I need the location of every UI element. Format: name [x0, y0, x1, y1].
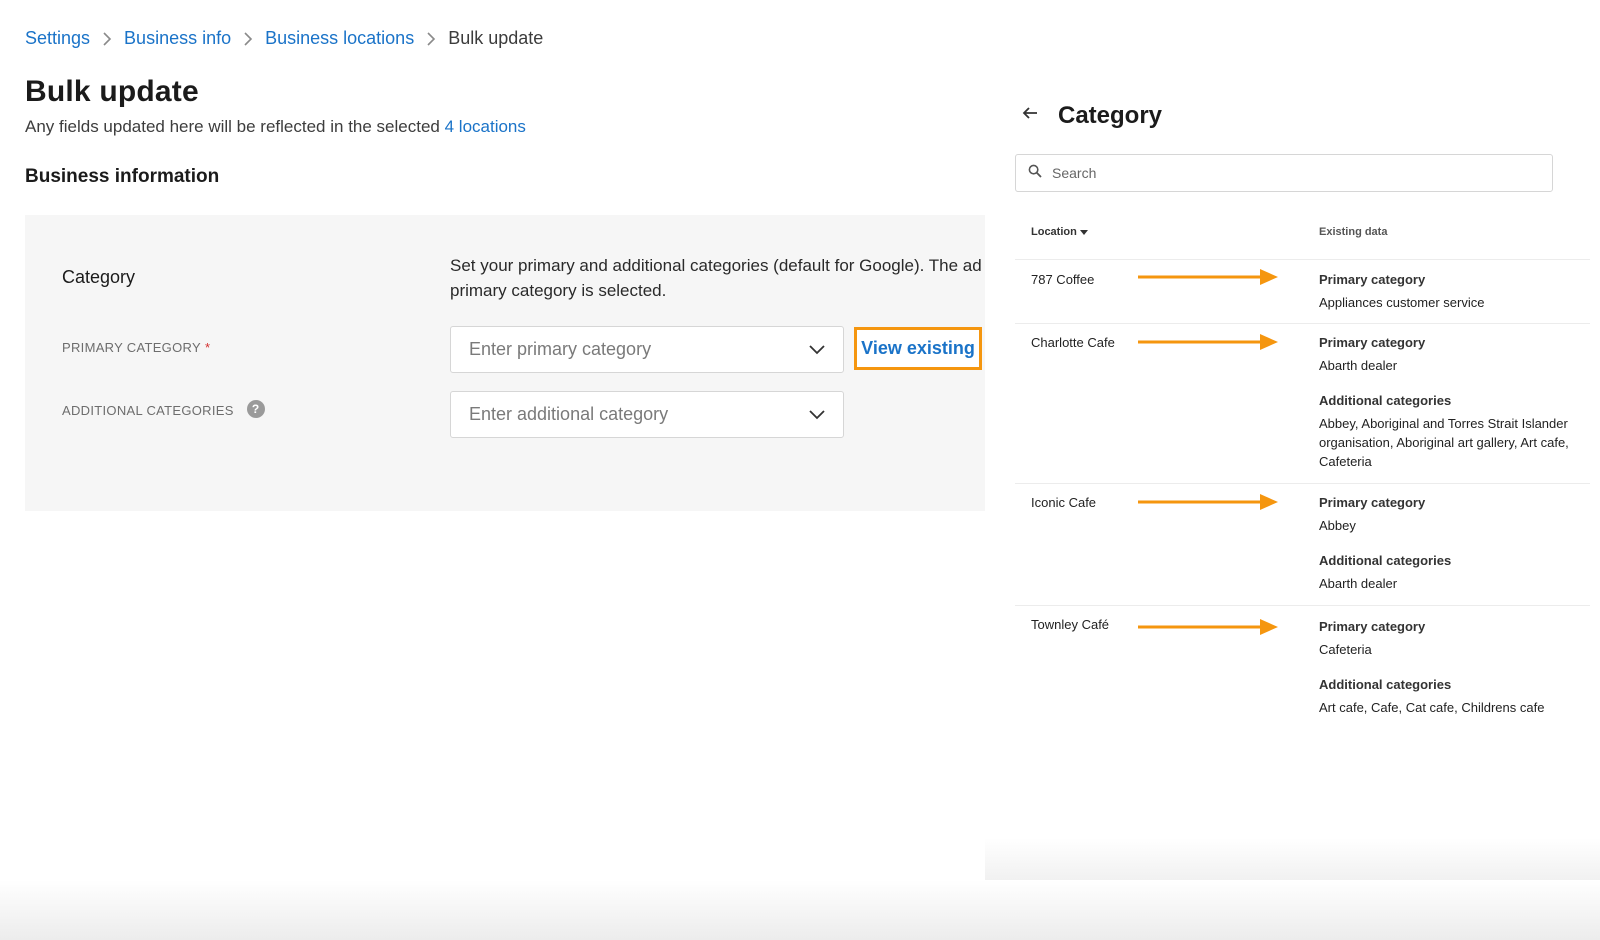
row-location-name: Iconic Cafe	[1031, 495, 1097, 510]
search-input[interactable]	[1052, 165, 1532, 181]
breadcrumb-settings-link[interactable]: Settings	[25, 28, 90, 49]
orange-arrow-right-icon	[1138, 333, 1278, 356]
required-mark: *	[204, 340, 211, 355]
chevron-right-icon	[102, 31, 112, 46]
breadcrumb-business-locations-link[interactable]: Business locations	[265, 28, 414, 49]
page-subtitle: Any fields updated here will be reflecte…	[25, 117, 526, 137]
category-description-line-2: primary category is selected.	[450, 281, 667, 300]
primary-category-title: Primary category	[1319, 335, 1426, 350]
column-header-location[interactable]: Location	[1031, 226, 1088, 238]
category-card: Category Set your primary and additional…	[25, 215, 985, 511]
additional-category-select[interactable]: Enter additional category	[450, 391, 844, 438]
orange-arrow-right-icon	[1138, 618, 1278, 641]
category-description: Set your primary and additional categori…	[450, 253, 1010, 303]
table-row: 787 Coffee Primary category Appliances c…	[1015, 259, 1590, 323]
panel-title: Category	[1058, 102, 1163, 129]
additional-category-placeholder: Enter additional category	[469, 404, 669, 424]
search-box	[1015, 154, 1553, 192]
column-header-location-label: Location	[1031, 226, 1077, 238]
primary-category-title: Primary category	[1319, 495, 1426, 510]
additional-categories-title: Additional categories	[1319, 553, 1452, 568]
search-icon	[1028, 164, 1042, 183]
orange-arrow-right-icon	[1138, 493, 1278, 516]
panel-bottom-edge	[985, 838, 1600, 880]
orange-arrow-right-icon	[1138, 268, 1278, 291]
additional-categories-value: Abarth dealer	[1319, 576, 1398, 591]
primary-category-select[interactable]: Enter primary category	[450, 326, 844, 373]
existing-data-block: Primary category Abbey Additional catego…	[1319, 493, 1569, 593]
chevron-down-icon	[809, 409, 825, 420]
primary-category-label-text: PRIMARY CATEGORY	[62, 340, 201, 355]
row-location-name: Townley Café	[1031, 617, 1110, 632]
existing-data-block: Primary category Cafeteria Additional ca…	[1319, 617, 1589, 717]
chevron-right-icon	[243, 31, 253, 46]
selected-locations-link[interactable]: 4 locations	[445, 117, 526, 136]
additional-categories-title: Additional categories	[1319, 393, 1452, 408]
existing-data-block: Primary category Appliances customer ser…	[1319, 270, 1569, 312]
page-bottom-edge	[0, 880, 1600, 940]
view-existing-button[interactable]: View existing	[854, 327, 982, 370]
additional-categories-title: Additional categories	[1319, 677, 1452, 692]
column-header-existing-data: Existing data	[1319, 226, 1388, 238]
primary-category-label: PRIMARY CATEGORY *	[62, 340, 210, 355]
primary-category-value: Abbey	[1319, 518, 1356, 533]
table-row: Iconic Cafe Primary category Abbey Addit…	[1015, 483, 1590, 605]
breadcrumb-current: Bulk update	[448, 28, 544, 48]
page-title: Bulk update	[25, 75, 199, 108]
row-location-name: Charlotte Cafe	[1031, 335, 1115, 350]
category-card-label: Category	[62, 267, 136, 287]
additional-categories-label-text: ADDITIONAL CATEGORIES	[62, 403, 234, 418]
question-circle-icon[interactable]: ?	[246, 399, 265, 418]
primary-category-placeholder: Enter primary category	[469, 339, 652, 359]
chevron-down-icon	[809, 344, 825, 355]
additional-categories-value: Art cafe, Cafe, Cat cafe, Childrens cafe	[1319, 700, 1545, 715]
chevron-right-icon	[426, 31, 436, 46]
row-location-name: 787 Coffee	[1031, 272, 1095, 287]
section-title: Business information	[25, 166, 220, 187]
breadcrumb-business-info-link[interactable]: Business info	[124, 28, 231, 49]
primary-category-title: Primary category	[1319, 619, 1426, 634]
primary-category-value: Cafeteria	[1319, 642, 1372, 657]
subtitle-text: Any fields updated here will be reflecte…	[25, 117, 440, 136]
primary-category-value: Appliances customer service	[1319, 295, 1485, 310]
primary-category-value: Abarth dealer	[1319, 358, 1398, 373]
caret-down-icon	[1079, 229, 1088, 235]
existing-data-block: Primary category Abarth dealer Additiona…	[1319, 333, 1569, 471]
table-row: Townley Café Primary category Cafeteria …	[1015, 605, 1590, 725]
table-row: Charlotte Cafe Primary category Abarth d…	[1015, 323, 1590, 483]
category-description-line-1: Set your primary and additional categori…	[450, 256, 982, 275]
additional-categories-value: Abbey, Aboriginal and Torres Strait Isla…	[1319, 416, 1569, 469]
arrow-left-icon[interactable]	[1022, 106, 1038, 125]
primary-category-title: Primary category	[1319, 272, 1426, 287]
breadcrumb: Settings Business info Business location…	[25, 28, 543, 49]
additional-categories-label: ADDITIONAL CATEGORIES ?	[62, 399, 265, 418]
